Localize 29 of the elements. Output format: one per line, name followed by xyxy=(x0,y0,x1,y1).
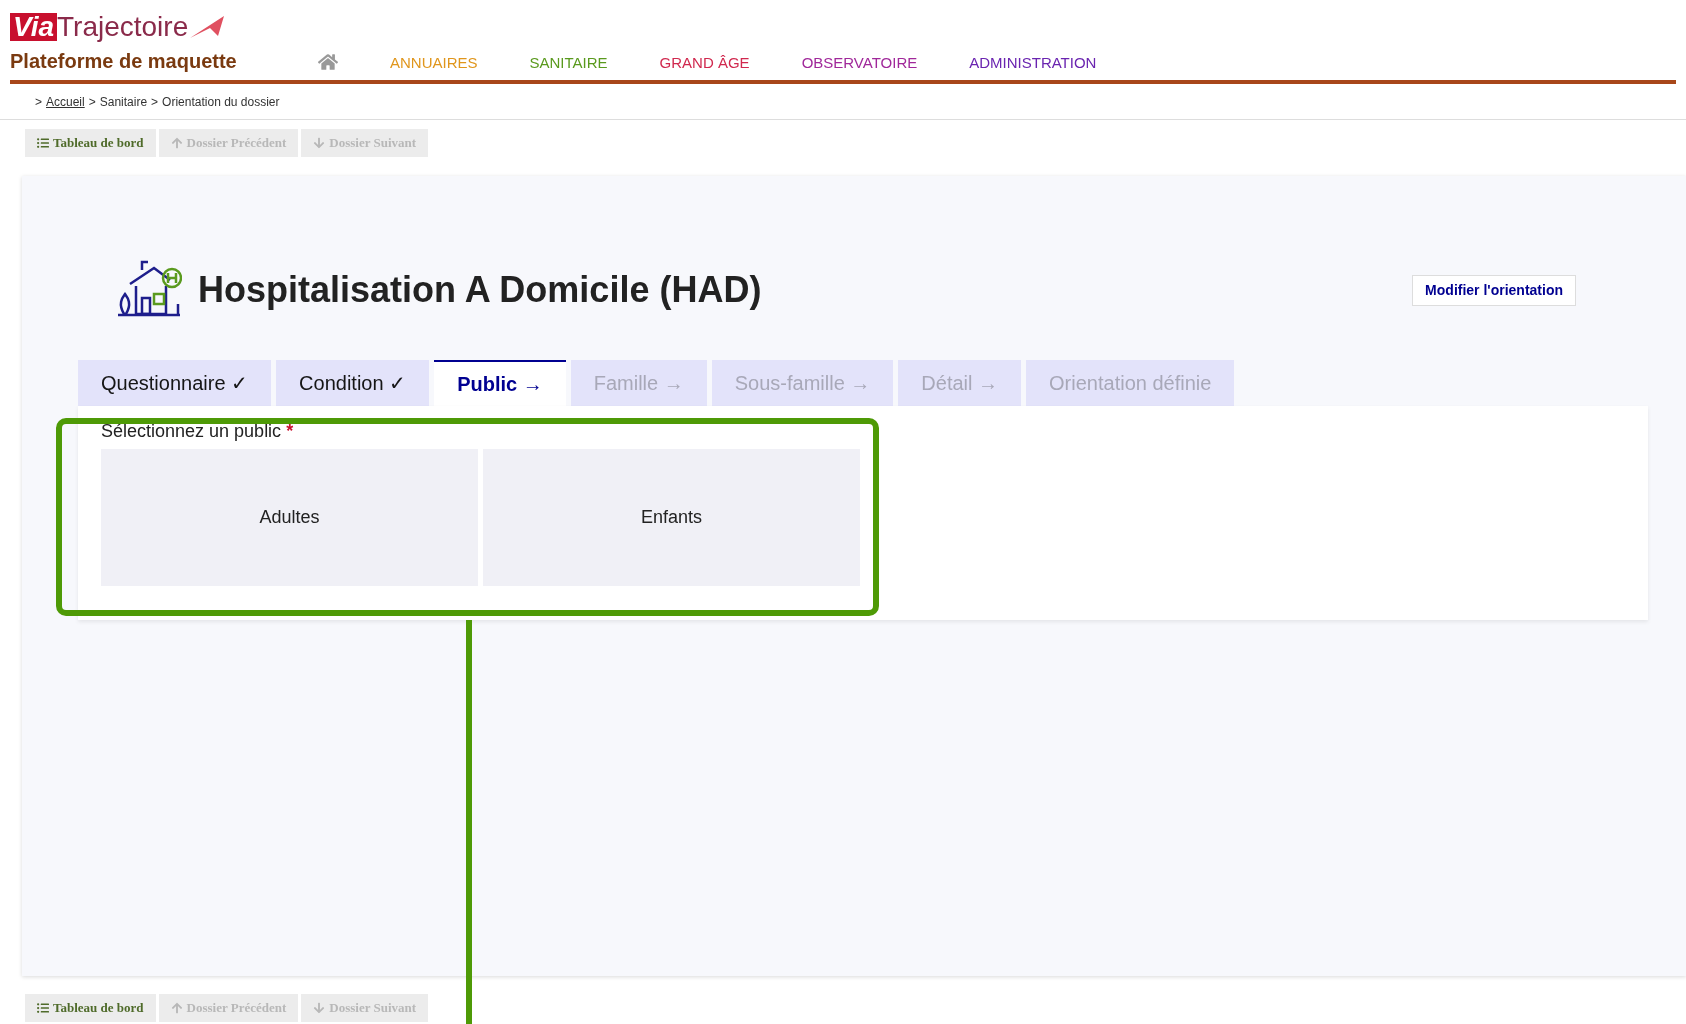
step-tab[interactable]: Condition ✓ xyxy=(276,360,430,406)
nav-link[interactable]: ADMINISTRATION xyxy=(969,51,1097,74)
nav-link[interactable]: GRAND ÂGE xyxy=(659,51,750,74)
logo[interactable]: ViaTrajectoire xyxy=(10,12,229,42)
platform-name: Plateforme de maquette xyxy=(10,49,238,74)
field-label: Sélectionnez un public * xyxy=(101,420,295,443)
option-card[interactable]: Adultes xyxy=(101,449,478,586)
list-icon xyxy=(37,137,49,149)
home-icon[interactable] xyxy=(318,52,338,72)
breadcrumb-separator: > xyxy=(35,93,42,111)
breadcrumb-separator: > xyxy=(88,93,96,111)
step-tab[interactable]: Public → xyxy=(434,360,566,406)
option-card[interactable]: Enfants xyxy=(483,449,860,586)
list-icon xyxy=(37,1002,49,1014)
nav-link[interactable]: SANITAIRE xyxy=(529,51,608,74)
toolbar-button[interactable]: Tableau de bord xyxy=(25,994,156,1022)
modify-orientation-button[interactable]: Modifier l'orientation xyxy=(1412,274,1576,306)
page-title: Hospitalisation A Domicile (HAD) xyxy=(198,268,762,312)
arrow-icon xyxy=(313,137,326,149)
breadcrumb-separator: > xyxy=(151,93,159,111)
arrow-icon xyxy=(170,137,183,149)
arrow-icon xyxy=(313,1002,326,1014)
breadcrumb-link[interactable]: Sanitaire xyxy=(99,92,148,111)
breadcrumb-link[interactable]: Accueil xyxy=(46,92,85,111)
nav-link[interactable]: OBSERVATOIRE xyxy=(801,51,918,74)
breadcrumb-link[interactable]: Orientation du dossier xyxy=(162,92,280,111)
toolbar-button[interactable]: Tableau de bord xyxy=(25,129,156,157)
arrow-icon xyxy=(170,1002,183,1014)
step-tab[interactable]: Questionnaire ✓ xyxy=(78,360,272,406)
